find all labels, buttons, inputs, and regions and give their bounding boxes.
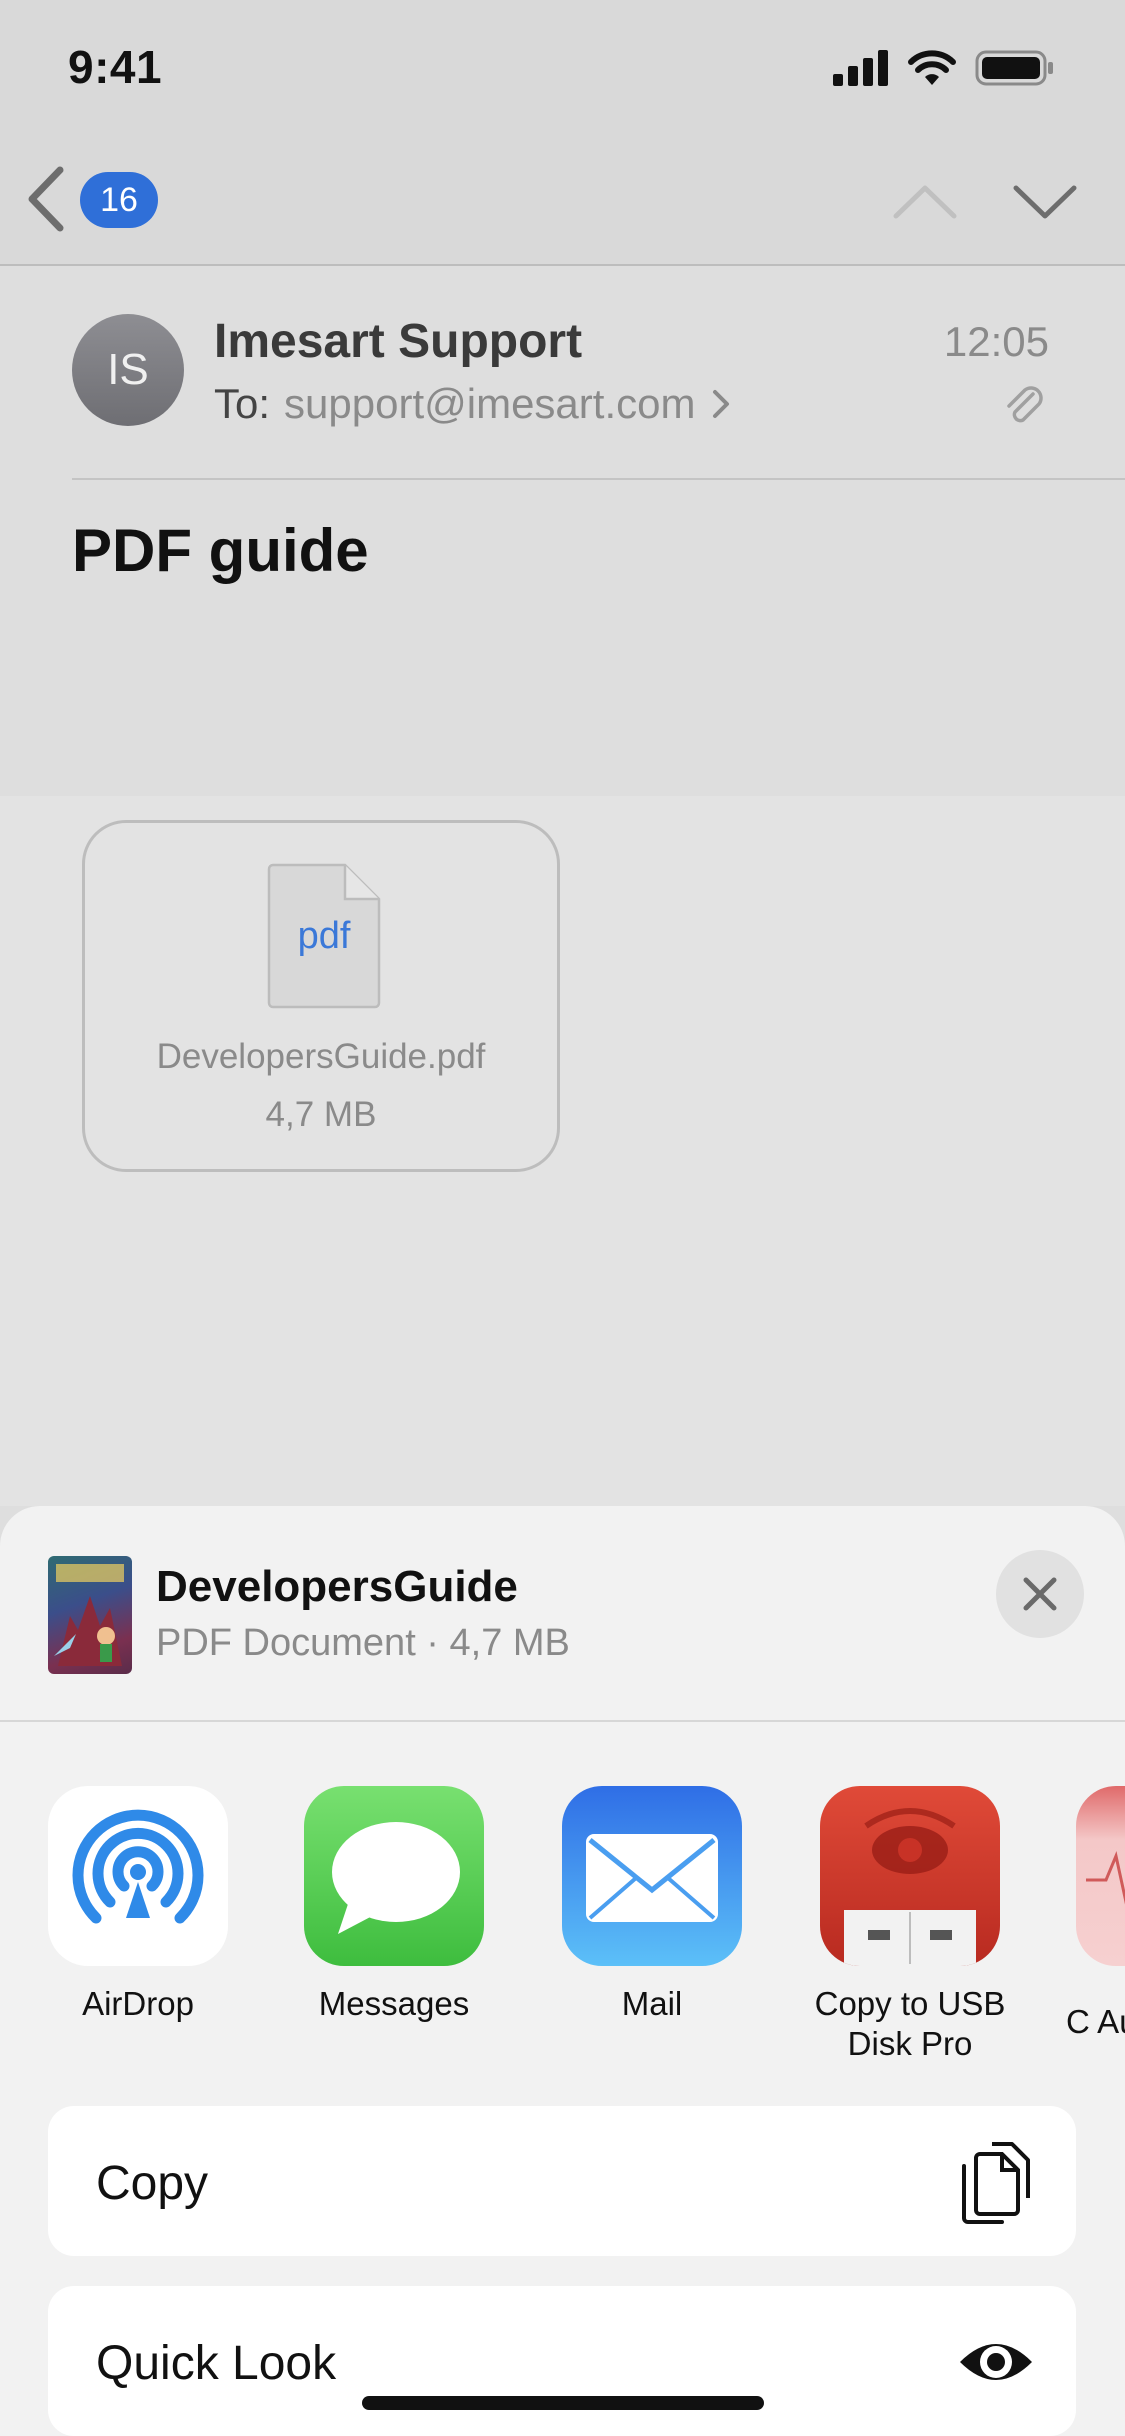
close-icon xyxy=(1023,1577,1057,1611)
recipient-address[interactable]: support@imesart.com xyxy=(284,380,695,428)
status-time: 9:41 xyxy=(68,41,163,93)
audio-app-icon xyxy=(1076,1786,1125,1966)
share-app-label: AirDrop xyxy=(82,1985,194,2022)
action-label: Copy xyxy=(96,2157,209,2210)
recipient-line[interactable]: To: support@imesart.com xyxy=(214,380,733,428)
share-app-label: C Aud xyxy=(1066,2003,1125,2040)
usb-disk-icon xyxy=(820,1786,1000,1966)
to-label: To: xyxy=(214,380,271,427)
share-apps-row: AirDrop Messages Mail Copy to USB Disk P… xyxy=(0,1786,1125,2086)
share-document-subtitle: PDF Document · 4,7 MB xyxy=(156,1622,570,1664)
copy-icon xyxy=(962,2142,1030,2224)
eye-icon xyxy=(960,2344,1032,2380)
sender-name[interactable]: Imesart Support xyxy=(214,314,582,369)
share-app-usb-disk-pro[interactable]: Copy to USB Disk Pro xyxy=(780,1786,1040,2064)
share-app-mail[interactable]: Mail xyxy=(522,1786,782,2024)
share-document-title: DevelopersGuide xyxy=(156,1562,518,1611)
home-indicator[interactable] xyxy=(362,2396,764,2410)
share-action-quick-look[interactable]: Quick Look xyxy=(48,2286,1076,2436)
share-app-label: Messages xyxy=(318,1985,470,2022)
status-icons xyxy=(833,48,1055,88)
pdf-attachment[interactable]: pdf DevelopersGuide.pdf 4,7 MB xyxy=(82,820,560,1172)
attachment-file-size: 4,7 MB xyxy=(265,1095,377,1134)
airdrop-icon xyxy=(48,1786,228,1966)
back-chevron-icon[interactable] xyxy=(22,164,72,234)
paperclip-icon xyxy=(1007,386,1043,423)
battery-icon xyxy=(975,50,1053,86)
chevron-right-icon xyxy=(713,390,730,418)
next-message-chevron-down-icon[interactable] xyxy=(1010,172,1080,232)
share-app-airdrop[interactable]: AirDrop xyxy=(8,1786,268,2024)
document-thumbnail xyxy=(48,1556,132,1674)
action-label: Quick Look xyxy=(96,2337,337,2390)
share-sheet: DevelopersGuide PDF Document · 4,7 MB Ai… xyxy=(0,1506,1125,2436)
status-bar: 9:41 xyxy=(0,0,1125,132)
share-app-label: Copy to USB Disk Pro xyxy=(814,1985,1006,2062)
share-action-copy[interactable]: Copy xyxy=(48,2106,1076,2256)
wifi-icon xyxy=(908,50,956,85)
share-app-messages[interactable]: Messages xyxy=(264,1786,524,2024)
messages-icon xyxy=(304,1786,484,1966)
book-cover-art-icon xyxy=(54,1564,124,1666)
share-sheet-header: DevelopersGuide PDF Document · 4,7 MB xyxy=(0,1506,1125,1722)
message-subject: PDF guide xyxy=(72,517,369,584)
nav-bar: 16 xyxy=(0,132,1125,266)
pdf-type-label: pdf xyxy=(297,915,351,957)
message-time: 12:05 xyxy=(943,318,1049,365)
mail-header: IS Imesart Support To: support@imesart.c… xyxy=(0,266,1125,796)
previous-message-chevron-up-icon[interactable] xyxy=(890,172,960,232)
attachment-file-name: DevelopersGuide.pdf xyxy=(156,1037,486,1076)
unread-count-badge[interactable]: 16 xyxy=(80,172,158,228)
share-app-label: Mail xyxy=(621,1985,683,2022)
signal-icon xyxy=(833,50,888,86)
sender-avatar[interactable]: IS xyxy=(72,314,184,426)
share-app-audio[interactable]: C Aud xyxy=(1036,1786,1125,2040)
close-share-sheet-button[interactable] xyxy=(996,1550,1084,1638)
mail-icon xyxy=(562,1786,742,1966)
message-body: pdf DevelopersGuide.pdf 4,7 MB xyxy=(0,796,1125,1506)
header-divider xyxy=(72,478,1125,480)
